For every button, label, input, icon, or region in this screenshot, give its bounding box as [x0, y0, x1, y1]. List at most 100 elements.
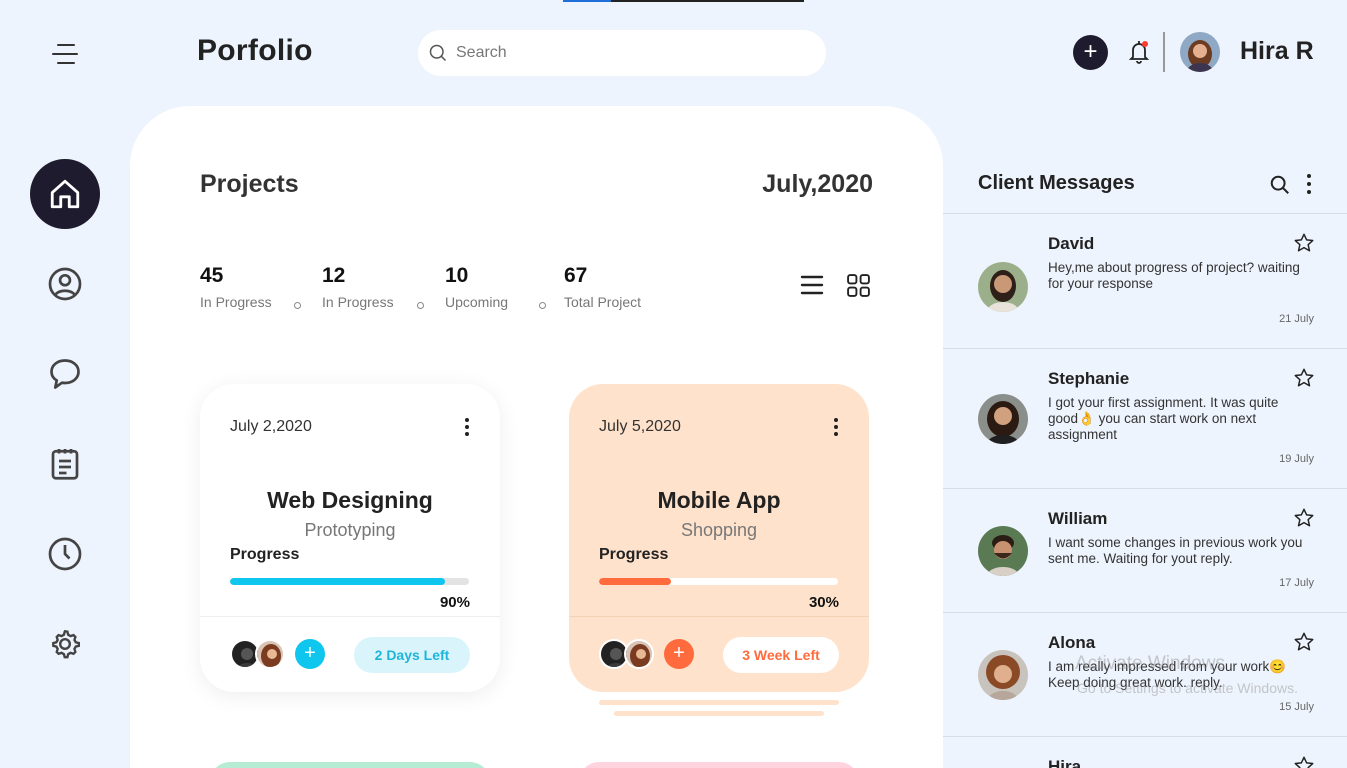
clipboard-icon[interactable]	[47, 446, 83, 482]
search-icon	[429, 44, 447, 62]
client-name: William	[1048, 509, 1108, 528]
progress-percent: 30%	[808, 594, 839, 611]
clock-icon[interactable]	[47, 536, 83, 572]
client-name: Hira	[1048, 757, 1082, 768]
stat-in-progress: 45 In Progress	[200, 264, 272, 310]
card-subtitle: Prototyping	[304, 520, 396, 540]
projects-date: July,2020	[762, 170, 873, 198]
stat-separator-dot	[417, 302, 424, 309]
star-icon[interactable]	[1293, 631, 1315, 653]
member-avatar	[624, 639, 654, 669]
top-indicator-line	[563, 0, 804, 2]
card-stack-shadow	[599, 700, 839, 705]
progress-label: Progress	[230, 546, 300, 563]
client-avatar	[978, 526, 1028, 576]
star-icon[interactable]	[1293, 367, 1315, 389]
message-date: 17 July	[1279, 577, 1314, 589]
hamburger-icon[interactable]	[52, 42, 80, 66]
search-input[interactable]	[456, 38, 816, 68]
app-brand: Porfolio	[197, 34, 313, 67]
message-text: I am really impressed from your work😊 Ke…	[1048, 659, 1287, 690]
message-date: 21 July	[1279, 313, 1314, 325]
client-name: David	[1048, 234, 1095, 253]
card-stack-shadow	[614, 711, 824, 716]
message-date: 15 July	[1279, 701, 1314, 713]
card-date: July 5,2020	[599, 418, 681, 435]
project-card-partial[interactable]	[579, 762, 859, 768]
messages-title: Client Messages	[978, 172, 1135, 194]
message-text: I got your first assignment. It was quit…	[1048, 395, 1279, 442]
message-item-david[interactable]: David Hey,me about progress of project? …	[943, 214, 1347, 349]
stat-label: In Progress	[200, 294, 272, 310]
message-item-stephanie[interactable]: Stephanie I got your first assignment. I…	[943, 349, 1347, 489]
more-options-icon[interactable]	[460, 418, 474, 438]
project-card-mobile-app[interactable]: July 5,2020 Mobile App Shopping Progress…	[569, 384, 869, 692]
client-avatar	[978, 650, 1028, 700]
header-divider	[1163, 32, 1165, 72]
card-title: Web Designing	[267, 487, 433, 513]
more-options-icon[interactable]	[829, 418, 843, 438]
message-text: I want some changes in previous work you…	[1048, 535, 1303, 566]
user-avatar[interactable]	[1180, 32, 1220, 72]
progress-track	[230, 578, 469, 585]
card-divider	[569, 616, 869, 617]
progress-track	[599, 578, 838, 585]
stat-number: 10	[445, 264, 469, 287]
gear-icon[interactable]	[47, 626, 83, 662]
message-item-alona[interactable]: Alona I am really impressed from your wo…	[943, 613, 1347, 737]
card-subtitle: Shopping	[680, 520, 758, 540]
add-member-button[interactable]: +	[295, 639, 325, 669]
client-avatar	[978, 394, 1028, 444]
user-circle-icon[interactable]	[47, 266, 83, 302]
star-icon[interactable]	[1293, 232, 1315, 254]
client-messages-panel: Client Messages David Hey,me about progr…	[943, 150, 1347, 768]
project-card-partial[interactable]	[210, 762, 490, 768]
message-text: Hey,me about progress of project? waitin…	[1048, 260, 1300, 291]
stat-separator-dot	[539, 302, 546, 309]
message-date: 19 July	[1279, 453, 1314, 465]
add-button[interactable]: +	[1073, 35, 1108, 70]
projects-title: Projects	[200, 170, 299, 198]
stat-label: In Progress	[322, 294, 394, 310]
progress-percent: 90%	[439, 594, 470, 611]
stat-separator-dot	[294, 302, 301, 309]
stat-number: 67	[564, 264, 588, 287]
stat-upcoming: 10 Upcoming	[445, 264, 508, 310]
stat-label: Upcoming	[445, 294, 509, 310]
time-left-badge: 2 Days Left	[354, 637, 470, 673]
card-divider	[200, 616, 500, 617]
progress-label: Progress	[599, 546, 669, 563]
chat-bubble-icon[interactable]	[47, 356, 83, 392]
progress-fill	[599, 578, 671, 585]
bell-icon[interactable]	[1127, 38, 1151, 66]
user-name[interactable]: Hira R	[1240, 37, 1314, 66]
stat-number: 12	[322, 264, 346, 287]
project-card-web-designing[interactable]: July 2,2020 Web Designing Prototyping Pr…	[200, 384, 500, 692]
list-view-icon[interactable]	[800, 274, 824, 296]
message-item-william[interactable]: William I want some changes in previous …	[943, 489, 1347, 613]
client-name: Stephanie	[1048, 369, 1130, 388]
search-icon[interactable]	[1269, 174, 1291, 196]
nav-home[interactable]	[30, 159, 100, 229]
stat-number: 45	[200, 264, 224, 287]
card-title: Mobile App	[657, 487, 781, 513]
grid-view-icon[interactable]	[846, 273, 871, 298]
stat-total-project: 67 Total Project	[564, 264, 641, 310]
stat-label: Total Project	[564, 294, 642, 310]
star-icon[interactable]	[1293, 507, 1315, 529]
member-avatar	[255, 639, 285, 669]
search-bar[interactable]	[418, 30, 826, 76]
client-name: Alona	[1048, 633, 1096, 652]
projects-panel: Projects July,2020 45 In Progress 12 In …	[130, 106, 943, 768]
client-avatar	[978, 262, 1028, 312]
home-icon	[50, 179, 80, 209]
star-icon[interactable]	[1293, 755, 1315, 768]
message-item-hira[interactable]: Hira	[943, 737, 1347, 768]
more-options-icon[interactable]	[1305, 174, 1313, 194]
add-member-button[interactable]: +	[664, 639, 694, 669]
stat-in-progress-2: 12 In Progress	[322, 264, 394, 310]
card-date: July 2,2020	[230, 418, 312, 435]
progress-fill	[230, 578, 446, 585]
time-left-badge: 3 Week Left	[723, 637, 839, 673]
plus-icon: +	[1083, 38, 1098, 65]
